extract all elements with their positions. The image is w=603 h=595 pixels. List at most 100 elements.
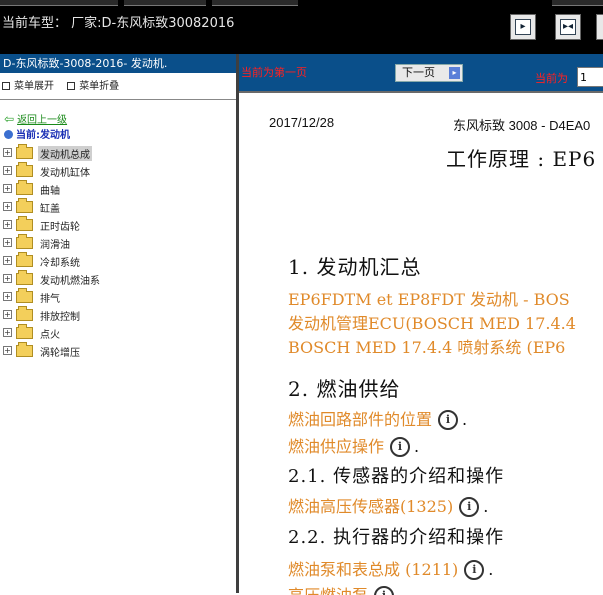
doc-heading: 工作原理 : EP6 (446, 147, 597, 171)
tree-item-cooling[interactable]: + 冷却系统 (2, 252, 232, 270)
menu-controls: 菜单展开 菜单折叠 (2, 77, 129, 92)
folder-icon (16, 144, 33, 159)
current-page-label: 当前为 (535, 72, 568, 85)
divider (0, 99, 236, 100)
doc-link[interactable]: 高压燃油泵 (288, 586, 368, 595)
page-number-input[interactable] (577, 67, 603, 87)
tree-item-exhaust[interactable]: + 排气 (2, 288, 232, 306)
doc-link-row[interactable]: 燃油泵和表总成 (1211) i. (288, 556, 493, 580)
doc-model: 东风标致 3008 - D4EA0 (453, 118, 591, 133)
top-tab[interactable] (124, 0, 206, 6)
top-toolbar: 当前车型： 厂家:D-东风标致30082016 ▸ ▸◂ (0, 0, 603, 54)
info-icon[interactable]: i (374, 586, 395, 595)
expand-plus-icon[interactable]: + (3, 346, 12, 355)
top-tab[interactable] (552, 0, 603, 6)
tree-item-label: 正时齿轮 (40, 222, 80, 233)
expand-plus-icon[interactable]: + (3, 292, 12, 301)
expand-plus-icon[interactable]: + (3, 184, 12, 193)
current-label: 当前:发动机 (16, 130, 70, 141)
expand-plus-icon[interactable]: + (3, 202, 12, 211)
expand-plus-icon[interactable]: + (3, 166, 12, 175)
expand-plus-icon[interactable]: + (3, 256, 12, 265)
info-icon[interactable]: i (438, 410, 459, 430)
tree-item-label: 发动机总成 (38, 146, 92, 161)
tree-item-label: 涡轮增压 (40, 348, 80, 359)
tree-item-label: 发动机缸体 (40, 168, 90, 179)
first-page-message: 当前为第一页 (241, 66, 307, 79)
doc-link[interactable]: 燃油回路部件的位置 (288, 410, 432, 429)
tree-item-label: 缸盖 (40, 204, 60, 215)
tree-item-label: 润滑油 (40, 240, 70, 251)
tree-item-engine-block[interactable]: + 发动机缸体 (2, 162, 232, 180)
expand-icon (2, 82, 10, 90)
subsection-heading: 2.1. 传感器的介绍和操作 (288, 466, 505, 487)
folder-icon (16, 216, 33, 231)
period: . (483, 497, 489, 516)
doc-link-row[interactable]: 燃油高压传感器(1325) i. (288, 493, 488, 517)
doc-link[interactable]: BOSCH MED 17.4.4 喷射系统 (EP6 (288, 334, 565, 358)
tree-item-emission-control[interactable]: + 排放控制 (2, 306, 232, 324)
doc-link[interactable]: 燃油供应操作 (288, 437, 384, 456)
folder-icon (16, 306, 33, 321)
doc-link[interactable]: 发动机管理ECU(BOSCH MED 17.4.4 (288, 310, 576, 334)
info-icon[interactable]: i (464, 560, 485, 580)
doc-link-row[interactable]: 燃油供应操作 i. (288, 433, 419, 457)
folder-icon (16, 180, 33, 195)
tree-item-label: 排气 (40, 294, 60, 305)
info-icon[interactable]: i (390, 437, 411, 457)
tree-item-timing-gear[interactable]: + 正时齿轮 (2, 216, 232, 234)
expand-plus-icon[interactable]: + (3, 220, 12, 229)
top-tab[interactable] (0, 0, 118, 6)
expand-plus-icon[interactable]: + (3, 238, 12, 247)
top-tab[interactable] (212, 0, 298, 6)
tree-item-turbo[interactable]: + 涡轮增压 (2, 342, 232, 360)
collapse-all-label: 菜单折叠 (79, 81, 120, 92)
current-icon (4, 130, 13, 139)
current-node: 当前:发动机 (4, 126, 70, 141)
split-view-button[interactable]: ▸◂ (555, 14, 581, 40)
tree-item-engine-assembly[interactable]: + 发动机总成 (2, 144, 232, 162)
section-heading: 1. 发动机汇总 (288, 255, 422, 279)
tree-item-label: 点火 (40, 330, 60, 341)
next-page-button[interactable]: 下一页 ▸ (395, 64, 463, 82)
last-page-button[interactable] (596, 14, 603, 40)
pager-bar: 当前为第一页 下一页 ▸ 当前为 (239, 54, 603, 91)
tree-item-lubrication[interactable]: + 润滑油 (2, 234, 232, 252)
tree-item-label: 冷却系统 (40, 258, 80, 269)
doc-date: 2017/12/28 (269, 115, 335, 130)
doc-link[interactable]: EP6FDTM et EP8FDT 发动机 - BOS (288, 286, 570, 310)
document-view[interactable]: 2017/12/28 东风标致 3008 - D4EA0 工作原理 : EP6 … (239, 91, 603, 595)
tree-item-label: 曲轴 (40, 186, 60, 197)
folder-icon (16, 342, 33, 357)
content-panel: 当前为第一页 下一页 ▸ 当前为 2017/12/28 东风标致 3008 - … (239, 54, 603, 595)
tree-item-label: 排放控制 (40, 312, 80, 323)
expand-plus-icon[interactable]: + (3, 328, 12, 337)
back-arrow-icon: ⇦ (4, 112, 15, 126)
expand-plus-icon[interactable]: + (3, 274, 12, 283)
doc-link-row[interactable]: 高压燃油泵 i (288, 582, 395, 595)
first-page-button[interactable]: ▸ (510, 14, 536, 40)
subsection-heading: 2.2. 执行器的介绍和操作 (288, 527, 505, 548)
doc-link[interactable]: 燃油泵和表总成 (1211) (288, 560, 458, 579)
period: . (462, 410, 468, 429)
tree-item-cylinder-head[interactable]: + 缸盖 (2, 198, 232, 216)
period: . (488, 560, 494, 579)
info-icon[interactable]: i (459, 497, 480, 517)
section-heading: 2. 燃油供给 (288, 377, 401, 401)
folder-icon (16, 252, 33, 267)
back-link[interactable]: ⇦ 返回上一级 (4, 111, 67, 126)
expand-all-button[interactable]: 菜单展开 (2, 81, 54, 92)
next-arrow-icon: ▸ (449, 67, 460, 79)
play-icon: ▸ (515, 19, 531, 35)
collapse-all-button[interactable]: 菜单折叠 (67, 81, 119, 92)
tree-item-crankshaft[interactable]: + 曲轴 (2, 180, 232, 198)
car-type-label: 当前车型： 厂家:D-东风标致30082016 (2, 16, 235, 31)
next-page-label: 下一页 (402, 66, 435, 79)
doc-link[interactable]: 燃油高压传感器(1325) (288, 497, 453, 516)
tree-item-fuel-system[interactable]: + 发动机燃油系 (2, 270, 232, 288)
doc-link-row[interactable]: 燃油回路部件的位置 i. (288, 406, 467, 430)
expand-plus-icon[interactable]: + (3, 310, 12, 319)
period: . (414, 437, 420, 456)
expand-plus-icon[interactable]: + (3, 148, 12, 157)
tree-item-ignition[interactable]: + 点火 (2, 324, 232, 342)
